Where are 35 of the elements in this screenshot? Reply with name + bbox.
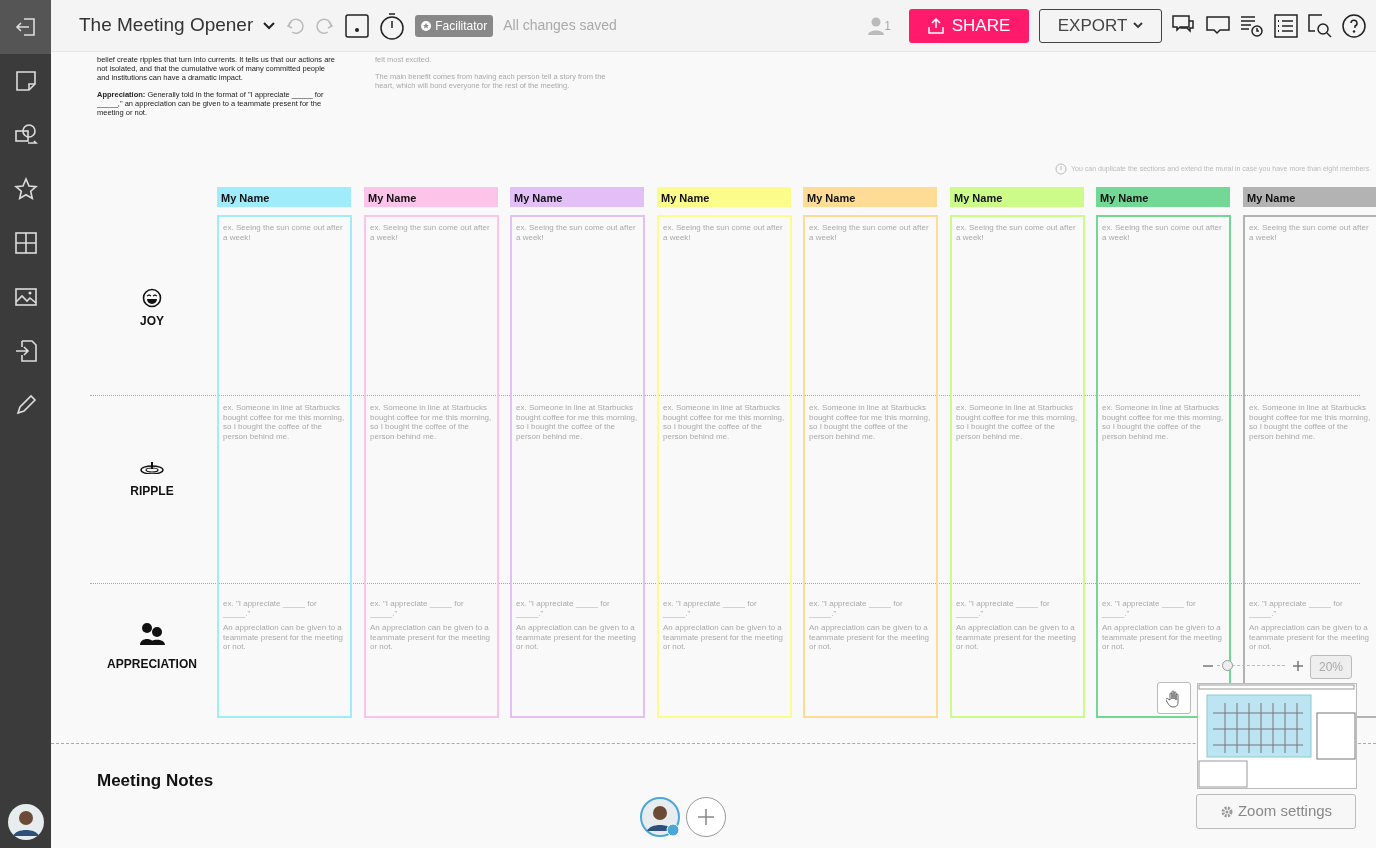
member-name[interactable]: My Name xyxy=(364,187,498,207)
member-name[interactable]: My Name xyxy=(657,187,791,207)
section-label: APPRECIATION xyxy=(106,656,198,673)
example-text: ex. Seeing the sun come out after a week! xyxy=(663,223,784,242)
example-note: An appreciation can be given to a teammate present for the meeting or not. xyxy=(370,623,492,652)
example-note: An appreciation can be given to a teammate present for the meeting or not. xyxy=(223,623,345,652)
example-note: An appreciation can be given to a teammate present for the meeting or not. xyxy=(1102,623,1224,652)
share-button[interactable]: SHARE xyxy=(909,8,1029,43)
example-note: An appreciation can be given to a teammate present for the meeting or not. xyxy=(956,623,1078,652)
example-text: ex. Seeing the sun come out after a week! xyxy=(1249,223,1370,242)
board-title[interactable]: The Meeting Opener xyxy=(79,11,254,40)
example-note: An appreciation can be given to a teammate present for the meeting or not. xyxy=(663,623,785,652)
user-count: 1 xyxy=(884,17,891,35)
example-note: An appreciation can be given to a teammate present for the meeting or not. xyxy=(809,623,931,652)
example-text: ex. Seeing the sun come out after a week! xyxy=(956,223,1077,242)
zoom-percent: 20% xyxy=(1310,655,1353,679)
save-status: All changes saved xyxy=(503,16,617,35)
export-button[interactable]: EXPORT xyxy=(1039,8,1162,43)
facilitator-badge: Facilitator xyxy=(415,14,494,37)
section-label: JOY xyxy=(139,313,165,330)
section-title: Meeting Notes xyxy=(97,770,214,792)
example-note: An appreciation can be given to a teammate present for the meeting or not. xyxy=(516,623,638,652)
member-name[interactable]: My Name xyxy=(950,187,1084,207)
member-name[interactable]: My Name xyxy=(1096,187,1230,207)
member-name[interactable]: My Name xyxy=(1243,187,1376,207)
example-text: ex. Seeing the sun come out after a week! xyxy=(370,223,491,242)
section-label: RIPPLE xyxy=(129,483,175,500)
example-text: ex. Seeing the sun come out after a week! xyxy=(1102,223,1223,242)
example-note: An appreciation can be given to a teammate present for the meeting or not. xyxy=(1249,623,1371,652)
example-text: ex. Seeing the sun come out after a week! xyxy=(809,223,930,242)
example-text: ex. Seeing the sun come out after a week! xyxy=(516,223,637,242)
member-name[interactable]: My Name xyxy=(803,187,937,207)
example-text: ex. Seeing the sun come out after a week! xyxy=(223,223,344,242)
member-name[interactable]: My Name xyxy=(510,187,644,207)
member-name[interactable]: My Name xyxy=(217,187,351,207)
